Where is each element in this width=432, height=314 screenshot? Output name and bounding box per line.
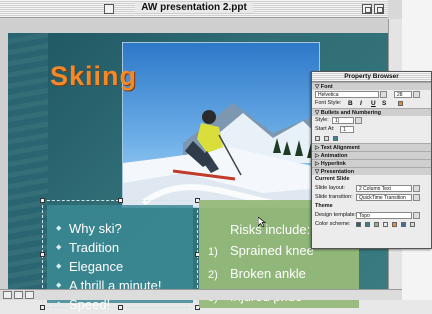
list-heading: Why ski? [56, 219, 162, 238]
list-item: Elegance [56, 257, 162, 276]
font-color-swatch[interactable] [398, 101, 403, 106]
collapse-box-icon[interactable] [374, 4, 384, 14]
bullet-style-field[interactable]: 1) [332, 117, 354, 124]
presentation-window: AW presentation 2.ppt Skiing ◆ Why ski? … [0, 0, 432, 314]
view-button[interactable] [25, 291, 34, 299]
slide-layout-field[interactable]: 2 Column Text [356, 185, 412, 192]
color-scheme-swatch[interactable] [365, 222, 370, 227]
color-scheme-swatch[interactable] [392, 222, 397, 227]
current-slide-heading: Current Slide [315, 176, 350, 182]
color-scheme-swatch[interactable] [356, 222, 361, 227]
bullet-option-icon[interactable] [315, 136, 320, 141]
section-animation[interactable]: ▷ Animation [312, 151, 431, 159]
resize-handle[interactable] [118, 198, 123, 203]
color-scheme-swatch[interactable] [383, 222, 388, 227]
theme-heading: Theme [315, 203, 333, 209]
list-item: 2) Broken ankle [208, 266, 306, 281]
palette-title[interactable]: Property Browser [312, 72, 431, 82]
section-presentation[interactable]: ▽ Presentation [312, 167, 431, 175]
start-at-field[interactable]: 1 [340, 126, 354, 133]
slide-transition-dropdown-icon[interactable] [413, 194, 420, 201]
mouse-pointer-icon [257, 214, 267, 228]
slide-title[interactable]: Skiing [50, 61, 137, 92]
underline-button[interactable]: U [371, 99, 376, 108]
italic-button[interactable]: I [360, 99, 362, 108]
font-name-field[interactable]: Helvetica [315, 91, 379, 98]
design-template-dropdown-icon[interactable] [413, 212, 420, 219]
font-name-dropdown-icon[interactable] [380, 91, 387, 98]
resize-handle[interactable] [40, 305, 45, 310]
property-browser-palette[interactable]: Property Browser ▽ Font Helvetica 28 Fon… [311, 71, 432, 249]
list-item: 1) Sprained knee [208, 243, 314, 258]
shadow-button[interactable]: S [382, 99, 386, 108]
view-button[interactable] [14, 291, 23, 299]
bullet-option-icon[interactable] [324, 136, 329, 141]
color-scheme-swatch[interactable] [410, 222, 415, 227]
section-text-alignment[interactable]: ▷ Text Alignment [312, 143, 431, 151]
window-titlebar[interactable]: AW presentation 2.ppt [0, 0, 388, 18]
resize-handle[interactable] [40, 252, 45, 257]
font-size-field[interactable]: 28 [394, 91, 412, 98]
window-status-bar [0, 289, 402, 300]
skier-image [123, 43, 319, 207]
font-style-label: Font Style: [315, 100, 342, 106]
bullet-color-swatch[interactable] [333, 136, 338, 141]
slide-layout-dropdown-icon[interactable] [413, 185, 420, 192]
bold-button[interactable]: B [348, 99, 353, 108]
view-button[interactable] [3, 291, 12, 299]
section-font[interactable]: ▽ Font [312, 82, 431, 90]
bullet-style-dropdown-icon[interactable] [355, 117, 362, 124]
section-bullets[interactable]: ▽ Bullets and Numbering [312, 108, 431, 116]
skier-photo[interactable] [122, 42, 320, 208]
color-scheme-swatch[interactable] [401, 222, 406, 227]
list-item: Tradition [56, 238, 162, 257]
color-scheme-swatch[interactable] [374, 222, 379, 227]
font-size-dropdown-icon[interactable] [413, 91, 420, 98]
section-hyperlink[interactable]: ▷ Hyperlink [312, 159, 431, 167]
window-title: AW presentation 2.ppt [135, 2, 253, 13]
zoom-box-icon[interactable] [362, 4, 372, 14]
slide-transition-field[interactable]: QuickTime Transition [356, 194, 412, 201]
design-template-field[interactable]: Topo [356, 212, 412, 219]
resize-handle[interactable] [40, 198, 45, 203]
list-heading: Risks include: [230, 222, 311, 237]
